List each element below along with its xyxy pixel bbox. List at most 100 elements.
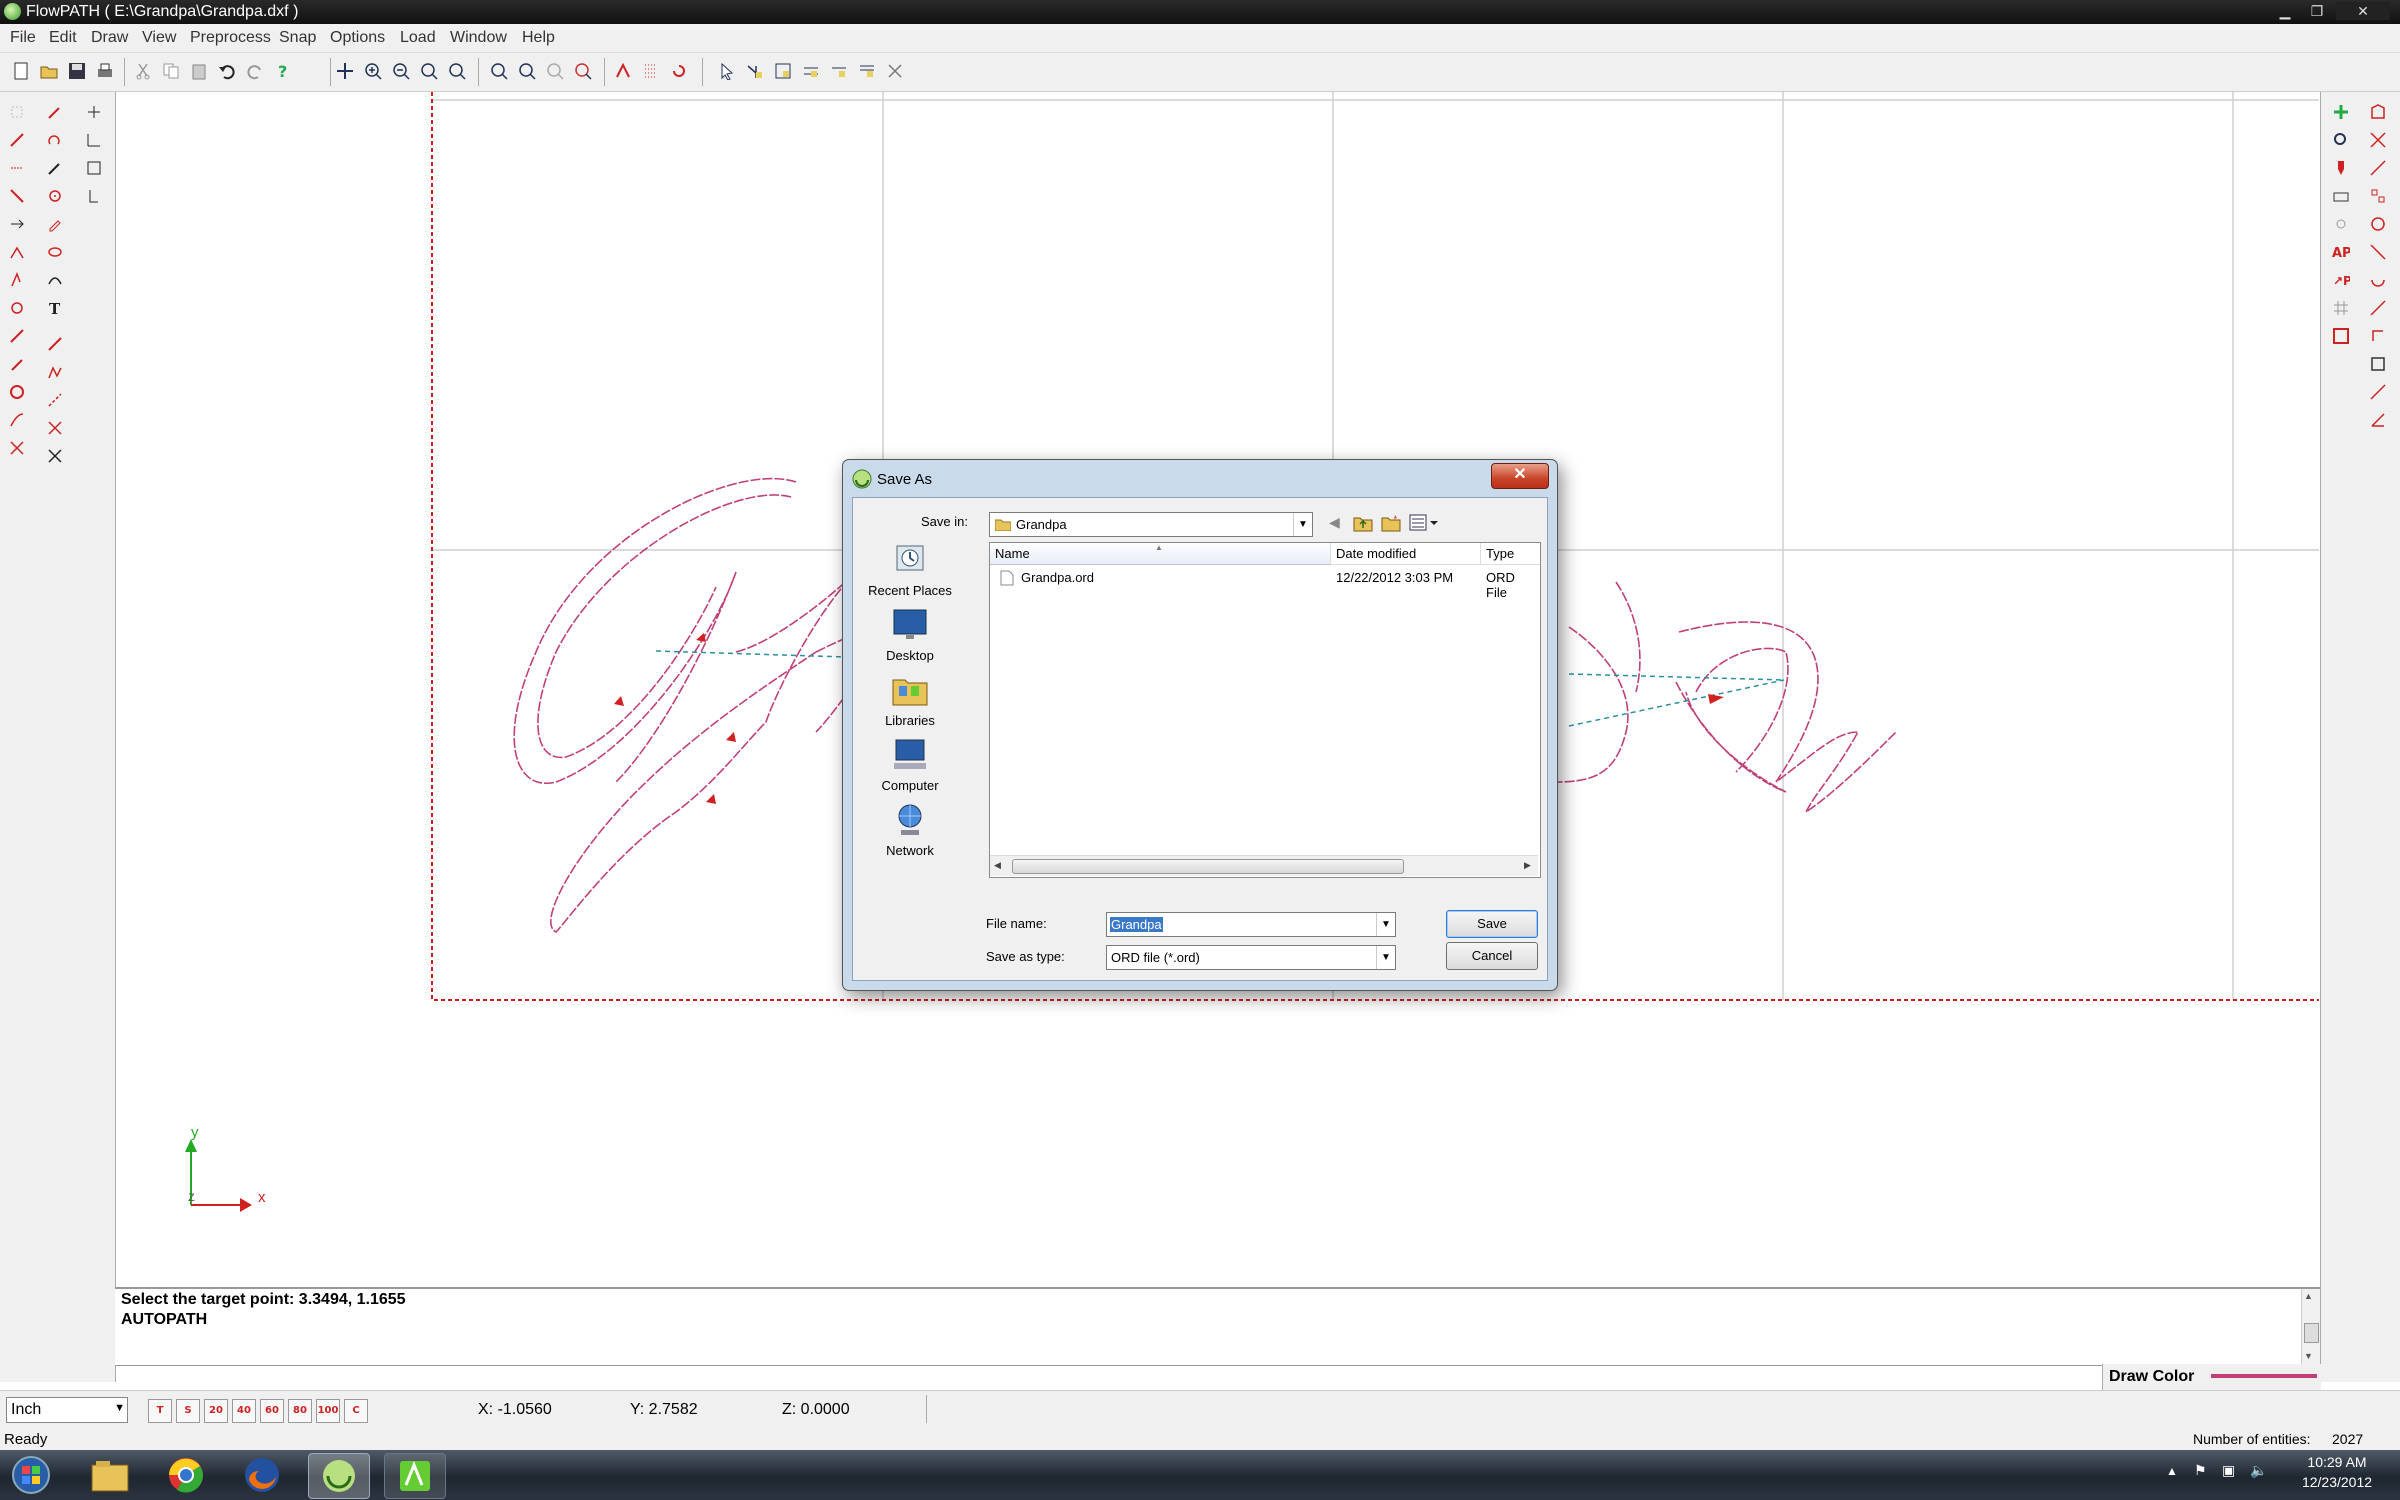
zoom-extents-icon[interactable] — [488, 60, 510, 82]
lead-in-icon[interactable] — [2329, 100, 2353, 124]
undo-icon[interactable] — [216, 60, 238, 82]
new-folder-icon[interactable] — [1381, 514, 1401, 532]
zoom-out-icon[interactable] — [390, 60, 412, 82]
help-icon[interactable]: ? — [272, 60, 294, 82]
shape-icon-6[interactable] — [2366, 240, 2390, 264]
flowcut-taskbar-icon[interactable] — [384, 1453, 446, 1499]
plate-icon[interactable] — [2329, 184, 2353, 208]
inspect-icon[interactable] — [2329, 128, 2353, 152]
select-layer-icon[interactable] — [800, 60, 822, 82]
tool-icon-4[interactable] — [5, 184, 29, 208]
grid-select-icon[interactable] — [2329, 296, 2353, 320]
shape-icon-11[interactable] — [2366, 380, 2390, 404]
shape-icon-2[interactable] — [2366, 128, 2390, 152]
path-icon-3[interactable] — [82, 156, 106, 180]
shape-icon-4[interactable] — [2366, 184, 2390, 208]
menu-view[interactable]: View — [142, 29, 176, 47]
column-header-date[interactable]: Date modified — [1331, 543, 1481, 565]
select-window-icon[interactable] — [772, 60, 794, 82]
cut-icon[interactable] — [132, 60, 154, 82]
shape-icon-8[interactable] — [2366, 296, 2390, 320]
tool-icon-5[interactable] — [5, 212, 29, 236]
chrome-icon[interactable] — [156, 1453, 216, 1497]
tool-icon-3[interactable] — [5, 156, 29, 180]
snap-button[interactable]: 80 — [288, 1399, 312, 1423]
file-row[interactable]: Grandpa.ord 12/22/2012 3:03 PM ORD File — [990, 567, 1538, 600]
menu-draw[interactable]: Draw — [91, 29, 128, 47]
shape-icon-12[interactable] — [2366, 408, 2390, 432]
tool-icon-12[interactable] — [5, 408, 29, 432]
scrollbar-thumb[interactable] — [1012, 859, 1404, 874]
edit-icon-1[interactable] — [43, 100, 67, 124]
back-arrow-icon[interactable]: ◀ — [1329, 514, 1340, 531]
draw-color-panel[interactable]: Draw Color — [2102, 1364, 2321, 1390]
column-header-name[interactable]: Name ▲ — [990, 543, 1331, 565]
rotate-icon[interactable] — [668, 60, 690, 82]
zoom-all-icon[interactable] — [516, 60, 538, 82]
save-in-select[interactable]: Grandpa ▼ — [989, 512, 1313, 537]
tool-icon-1[interactable] — [5, 100, 29, 124]
select-chain-icon[interactable] — [744, 60, 766, 82]
menu-preprocess[interactable]: Preprocess — [190, 29, 271, 47]
select-all-icon[interactable] — [856, 60, 878, 82]
zoom-in-icon[interactable] — [362, 60, 384, 82]
cancel-button[interactable]: Cancel — [1446, 942, 1538, 970]
tool-icon-10[interactable] — [5, 352, 29, 376]
shape-icon-10[interactable] — [2366, 352, 2390, 376]
arc-tool-icon[interactable] — [43, 268, 67, 292]
command-scrollbar[interactable]: ▲ ▼ — [2301, 1289, 2320, 1365]
zoom-previous-icon[interactable] — [446, 60, 468, 82]
file-list-scrollbar[interactable]: ◀ ▶ — [990, 855, 1538, 876]
extend-tool-icon[interactable] — [43, 416, 67, 440]
open-folder-icon[interactable] — [38, 60, 60, 82]
autopath-icon[interactable]: AP — [2329, 240, 2353, 264]
up-folder-icon[interactable] — [1353, 514, 1373, 532]
tool-icon-2[interactable] — [5, 128, 29, 152]
ellipse-tool-icon[interactable] — [43, 240, 67, 264]
line-tool-icon[interactable] — [43, 332, 67, 356]
dialog-close-button[interactable]: ✕ — [1491, 463, 1549, 489]
tool-icon-9[interactable] — [5, 324, 29, 348]
network-icon[interactable]: ▣ — [2222, 1462, 2235, 1479]
file-name-input[interactable]: Grandpa ▼ — [1106, 912, 1396, 937]
grid-icon[interactable] — [640, 60, 662, 82]
save-icon[interactable] — [66, 60, 88, 82]
deselect-icon[interactable] — [884, 60, 906, 82]
scroll-right-icon[interactable]: ▶ — [1524, 860, 1531, 871]
menu-load[interactable]: Load — [400, 29, 436, 47]
scroll-left-icon[interactable]: ◀ — [994, 860, 1001, 871]
tool-icon-11[interactable] — [5, 380, 29, 404]
pan-icon[interactable] — [334, 60, 356, 82]
place-libraries[interactable]: Libraries — [865, 672, 955, 728]
units-select[interactable]: Inch ▼ — [6, 1397, 128, 1423]
select-color-icon[interactable] — [828, 60, 850, 82]
pencil-icon[interactable] — [43, 212, 67, 236]
clock[interactable]: 10:29 AM 12/23/2012 — [2282, 1454, 2392, 1490]
new-file-icon[interactable] — [10, 60, 32, 82]
trim-tool-icon[interactable] — [43, 388, 67, 412]
menu-file[interactable]: File — [10, 29, 36, 47]
place-computer[interactable]: Computer — [865, 737, 955, 793]
menu-help[interactable]: Help — [522, 29, 555, 47]
shape-icon-3[interactable] — [2366, 156, 2390, 180]
path-icon-4[interactable] — [82, 184, 106, 208]
paste-icon[interactable] — [188, 60, 210, 82]
menu-snap[interactable]: Snap — [279, 29, 316, 47]
nozzle-icon[interactable] — [2329, 156, 2353, 180]
shape-icon-1[interactable] — [2366, 100, 2390, 124]
column-header-type[interactable]: Type — [1481, 543, 1540, 565]
post-icon[interactable] — [2329, 324, 2353, 348]
menu-edit[interactable]: Edit — [49, 29, 77, 47]
snap-button[interactable]: C — [344, 1399, 368, 1423]
file-list[interactable]: Name ▲ Date modified Type Grandpa.ord 12… — [989, 542, 1541, 878]
close-button[interactable]: ✕ — [2336, 2, 2390, 20]
snap-button[interactable]: 40 — [232, 1399, 256, 1423]
edit-icon-2[interactable] — [43, 128, 67, 152]
start-button[interactable] — [2, 1453, 60, 1497]
snap-button[interactable]: T — [148, 1399, 172, 1423]
snap-button[interactable]: S — [176, 1399, 200, 1423]
tool-icon-7[interactable] — [5, 268, 29, 292]
flowpath-taskbar-icon[interactable] — [308, 1453, 370, 1499]
snap-button[interactable]: 20 — [204, 1399, 228, 1423]
minimize-button[interactable]: ▁ — [2272, 2, 2298, 20]
